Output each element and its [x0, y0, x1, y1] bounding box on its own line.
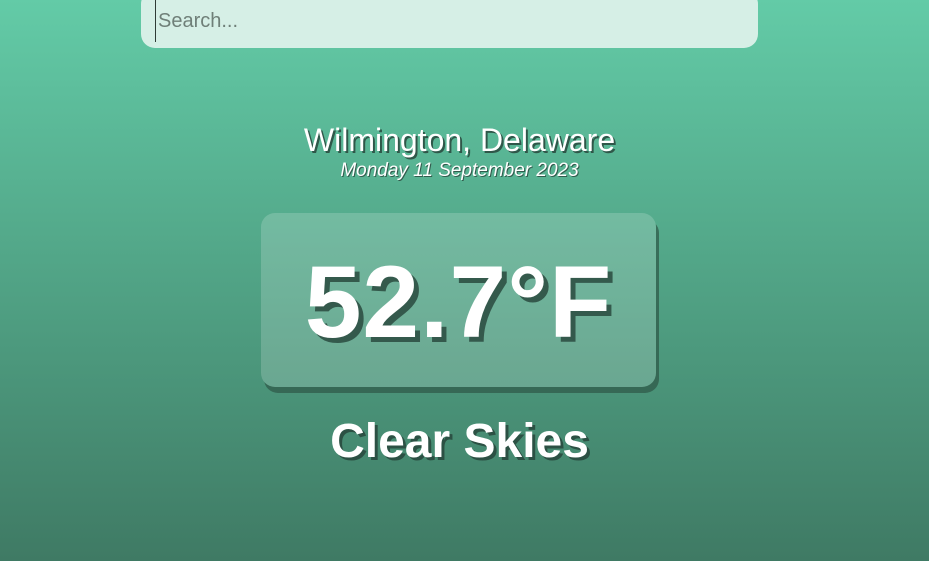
- date-label: Monday 11 September 2023: [340, 160, 579, 181]
- search-input[interactable]: [155, 0, 735, 42]
- temperature-value: 52.7°F: [304, 245, 613, 359]
- search-bar[interactable]: [141, 0, 758, 48]
- temperature-card: 52.7°F: [261, 213, 656, 387]
- weather-condition: Clear Skies: [330, 415, 589, 468]
- location-title: Wilmington, Delaware: [303, 122, 616, 158]
